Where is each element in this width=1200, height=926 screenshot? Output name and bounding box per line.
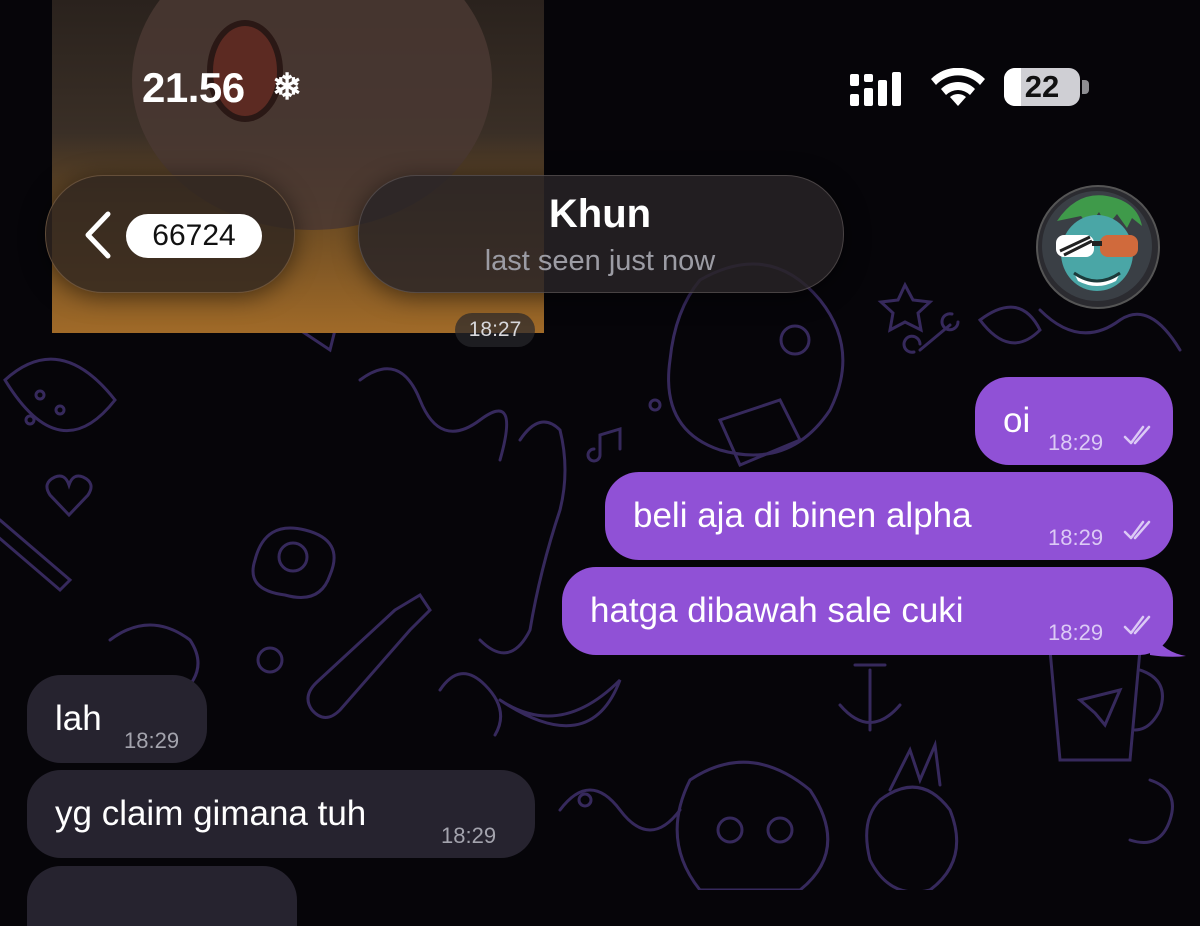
message-time: 18:29 [1048, 620, 1104, 645]
battery-indicator: 22 [1004, 68, 1080, 106]
status-time: 21.56 [142, 64, 245, 111]
snowflake-icon: ❄ [272, 66, 303, 107]
message-bubble-incoming-partial[interactable] [27, 866, 297, 926]
message-bubble-outgoing[interactable]: hatga dibawah sale cuki 18:29 [562, 567, 1173, 655]
message-text: lah [55, 699, 102, 738]
unread-count-badge[interactable]: 66724 [126, 214, 262, 258]
wifi-icon [931, 68, 985, 106]
message-time: 18:29 [1048, 525, 1104, 550]
cellular-signal-icon [850, 72, 901, 106]
message-text: hatga dibawah sale cuki [590, 591, 964, 630]
message-bubble-incoming[interactable]: lah 18:29 [27, 675, 207, 763]
message-text: beli aja di binen alpha [633, 496, 972, 535]
media-timestamp: 18:27 [455, 313, 535, 347]
message-time: 18:29 [124, 728, 180, 753]
double-check-icon [1123, 425, 1151, 445]
double-check-icon [1123, 520, 1151, 540]
chat-last-seen: last seen just now [484, 245, 716, 277]
message-text: oi [1003, 401, 1031, 440]
battery-cap [1082, 80, 1089, 94]
message-bubble-outgoing[interactable]: oi 18:29 [975, 377, 1173, 465]
chevron-left-icon[interactable] [80, 210, 116, 260]
message-bubble-outgoing[interactable]: beli aja di binen alpha 18:29 [605, 472, 1173, 560]
message-bubble-incoming[interactable]: yg claim gimana tuh 18:29 [27, 770, 535, 858]
message-time: 18:29 [1048, 430, 1104, 455]
battery-percent: 22 [1024, 69, 1060, 104]
message-text: yg claim gimana tuh [55, 794, 367, 833]
avatar[interactable] [1042, 191, 1152, 301]
bubble-tail [1150, 630, 1186, 657]
chat-name[interactable]: Khun [358, 192, 842, 237]
message-time: 18:29 [441, 823, 497, 848]
